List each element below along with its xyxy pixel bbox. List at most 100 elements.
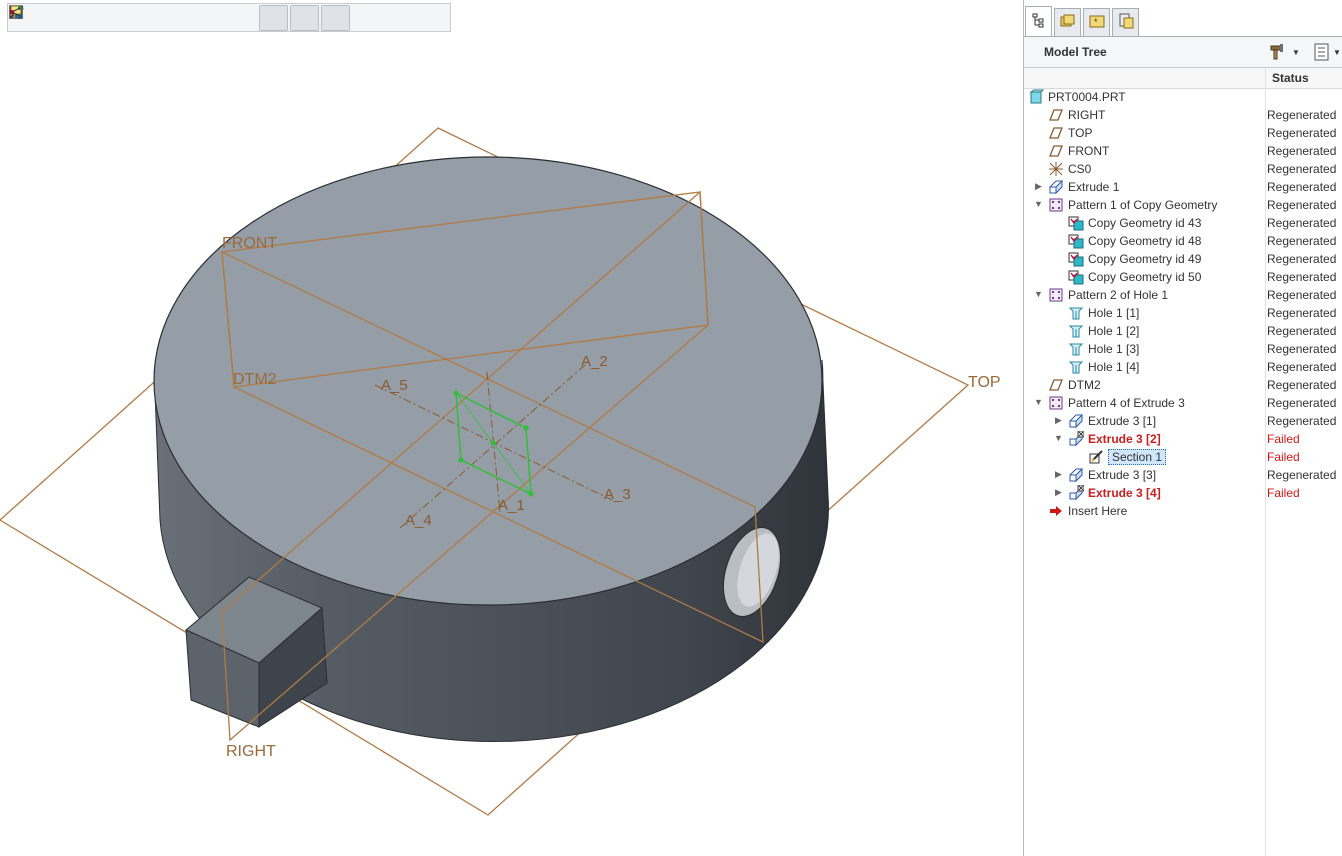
tree-row[interactable]: Hole 1 [2] Regenerated bbox=[1024, 322, 1342, 340]
plane-display-button[interactable] bbox=[8, 4, 288, 31]
spin-center-button[interactable] bbox=[10, 5, 443, 31]
status-cell: Regenerated bbox=[1267, 108, 1337, 122]
tree-row[interactable]: RIGHT Regenerated bbox=[1024, 106, 1342, 124]
tree-item-label[interactable]: DTM2 bbox=[1068, 378, 1101, 392]
tree-item-label[interactable]: Section 1 bbox=[1108, 449, 1167, 465]
favorites-tab[interactable]: * bbox=[1083, 8, 1110, 36]
tree-show-button[interactable]: ▼ bbox=[1314, 41, 1341, 63]
tree-item-label[interactable]: Pattern 4 of Extrude 3 bbox=[1068, 396, 1185, 410]
tree-item-label[interactable]: Hole 1 [3] bbox=[1088, 342, 1139, 356]
tree-row[interactable]: Hole 1 [4] Regenerated bbox=[1024, 358, 1342, 376]
tree-item-label[interactable]: Copy Geometry id 50 bbox=[1088, 270, 1201, 284]
model-canvas[interactable]: FRONT TOP RIGHT DTM2 A_1 A_2 A_3 A_4 A_5 bbox=[0, 0, 1023, 856]
folder-browser-tab[interactable] bbox=[1054, 8, 1081, 36]
favorites-tab-icon: * bbox=[1089, 13, 1105, 32]
tree-row[interactable]: PRT0004.PRT bbox=[1024, 88, 1342, 106]
navigator-tabs: * bbox=[1024, 6, 1342, 36]
tree-row[interactable]: TOP Regenerated bbox=[1024, 124, 1342, 142]
tree-item-label[interactable]: Extrude 3 [2] bbox=[1088, 432, 1161, 446]
layers-tab[interactable] bbox=[1112, 8, 1139, 36]
tree-item-label[interactable]: Extrude 1 bbox=[1068, 180, 1119, 194]
collapse-icon[interactable]: ▼ bbox=[1054, 434, 1063, 443]
tree-item-label[interactable]: Copy Geometry id 48 bbox=[1088, 234, 1201, 248]
tree-item-label[interactable]: Insert Here bbox=[1068, 504, 1127, 518]
tree-item-label[interactable]: Copy Geometry id 43 bbox=[1088, 216, 1201, 230]
tree-item-label[interactable]: PRT0004.PRT bbox=[1048, 90, 1126, 104]
tree-row[interactable]: Section 1 Failed bbox=[1024, 448, 1342, 466]
hole-icon bbox=[1068, 359, 1084, 375]
pattern-icon bbox=[1048, 395, 1064, 411]
datum-display-filters-button[interactable] bbox=[9, 5, 257, 31]
graphics-toolbar: ABz bbox=[7, 3, 451, 32]
tree-item-label[interactable]: CS0 bbox=[1068, 162, 1091, 176]
tree-row[interactable]: ▼ Pattern 1 of Copy Geometry Regenerated bbox=[1024, 196, 1342, 214]
csys-display-button[interactable]: z bbox=[10, 5, 381, 31]
collapse-icon[interactable]: ▼ bbox=[1034, 290, 1043, 299]
hole-icon bbox=[1068, 341, 1084, 357]
tree-item-label[interactable]: FRONT bbox=[1068, 144, 1109, 158]
tree-row[interactable]: Copy Geometry id 48 Regenerated bbox=[1024, 232, 1342, 250]
tree-row[interactable]: ▶ Extrude 1 Regenerated bbox=[1024, 178, 1342, 196]
status-cell: Regenerated bbox=[1267, 288, 1337, 302]
point-display-button[interactable] bbox=[10, 4, 350, 31]
axis-label-a4: A_4 bbox=[405, 512, 432, 529]
tree-row[interactable]: ▼ Pattern 4 of Extrude 3 Regenerated bbox=[1024, 394, 1342, 412]
zoom-out-button[interactable] bbox=[9, 5, 102, 31]
status-cell: Regenerated bbox=[1267, 270, 1337, 284]
expand-icon[interactable]: ▶ bbox=[1054, 416, 1063, 425]
zoom-in-button[interactable] bbox=[9, 5, 71, 31]
axis-label-a3: A_3 bbox=[604, 486, 631, 503]
saved-orientations-button[interactable]: AB bbox=[10, 5, 195, 31]
tree-row[interactable]: ▶ Extrude 3 [4] Failed bbox=[1024, 484, 1342, 502]
tree-item-label[interactable]: Hole 1 [4] bbox=[1088, 360, 1139, 374]
collapse-icon[interactable]: ▼ bbox=[1034, 398, 1043, 407]
tree-item-label[interactable]: Extrude 3 [3] bbox=[1088, 468, 1156, 482]
tree-settings-button[interactable]: ▼ bbox=[1268, 41, 1300, 63]
tree-item-label[interactable]: Pattern 1 of Copy Geometry bbox=[1068, 198, 1217, 212]
datum-label-front: FRONT bbox=[222, 235, 277, 252]
annotation-display-button[interactable] bbox=[10, 5, 412, 31]
tree-item-label[interactable]: Extrude 3 [1] bbox=[1088, 414, 1156, 428]
model-tree: PRT0004.PRT RIGHT Regenerated TOP Regenerate… bbox=[1024, 88, 1342, 520]
graphics-viewport[interactable]: FRONT TOP RIGHT DTM2 A_1 A_2 A_3 A_4 A_5… bbox=[0, 0, 1023, 856]
expand-icon[interactable]: ▶ bbox=[1054, 488, 1063, 497]
expand-icon[interactable]: ▶ bbox=[1034, 182, 1043, 191]
tree-item-label[interactable]: Copy Geometry id 49 bbox=[1088, 252, 1201, 266]
display-style-button[interactable] bbox=[9, 5, 164, 31]
tree-row[interactable]: FRONT Regenerated bbox=[1024, 142, 1342, 160]
status-cell: Regenerated bbox=[1267, 198, 1337, 212]
tree-item-label[interactable]: Hole 1 [2] bbox=[1088, 324, 1139, 338]
tree-item-label[interactable]: Pattern 2 of Hole 1 bbox=[1068, 288, 1168, 302]
view-manager-button[interactable] bbox=[9, 5, 226, 31]
tree-item-label[interactable]: Extrude 3 [4] bbox=[1088, 486, 1161, 500]
repaint-button[interactable] bbox=[9, 5, 133, 31]
pattern-icon bbox=[1048, 287, 1064, 303]
tree-item-label[interactable]: TOP bbox=[1068, 126, 1092, 140]
expand-icon[interactable]: ▶ bbox=[1054, 470, 1063, 479]
section-sketch-vertex bbox=[523, 425, 529, 431]
model-tree-header: Model Tree ▼ ▼ bbox=[1024, 37, 1342, 68]
tree-row[interactable]: Insert Here bbox=[1024, 502, 1342, 520]
tree-item-label[interactable]: RIGHT bbox=[1068, 108, 1105, 122]
csys-icon bbox=[1048, 161, 1064, 177]
tree-row[interactable]: ▶ Extrude 3 [1] Regenerated bbox=[1024, 412, 1342, 430]
model-tree-tab-icon bbox=[1031, 12, 1047, 31]
tree-row[interactable]: CS0 Regenerated bbox=[1024, 160, 1342, 178]
tree-row[interactable]: Hole 1 [3] Regenerated bbox=[1024, 340, 1342, 358]
tree-row[interactable]: ▼ Extrude 3 [2] Failed bbox=[1024, 430, 1342, 448]
axis-display-button[interactable] bbox=[11, 4, 319, 31]
tree-row[interactable]: ▼ Pattern 2 of Hole 1 Regenerated bbox=[1024, 286, 1342, 304]
collapse-icon[interactable]: ▼ bbox=[1034, 200, 1043, 209]
tree-row[interactable]: Copy Geometry id 43 Regenerated bbox=[1024, 214, 1342, 232]
tree-row[interactable]: Copy Geometry id 49 Regenerated bbox=[1024, 250, 1342, 268]
model-tree-tab[interactable] bbox=[1025, 6, 1052, 36]
status-cell: Regenerated bbox=[1267, 126, 1337, 140]
tree-item-label[interactable]: Hole 1 [1] bbox=[1088, 306, 1139, 320]
hammer-icon bbox=[1270, 44, 1283, 60]
tree-row[interactable]: Hole 1 [1] Regenerated bbox=[1024, 304, 1342, 322]
tree-row[interactable]: DTM2 Regenerated bbox=[1024, 376, 1342, 394]
tree-row[interactable]: ▶ Extrude 3 [3] Regenerated bbox=[1024, 466, 1342, 484]
status-column-header[interactable]: Status bbox=[1272, 71, 1309, 85]
extrude-failed-icon bbox=[1068, 484, 1085, 501]
tree-row[interactable]: Copy Geometry id 50 Regenerated bbox=[1024, 268, 1342, 286]
